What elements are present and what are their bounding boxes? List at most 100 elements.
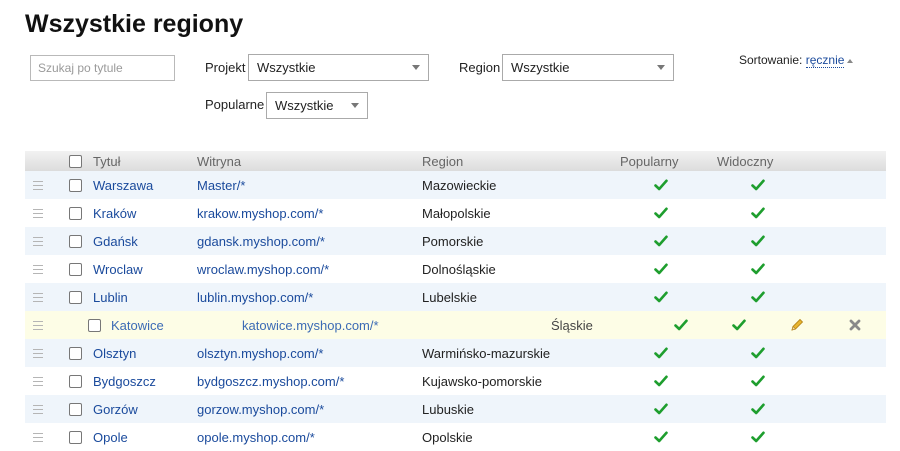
row-title-link[interactable]: Gdańsk [93, 227, 138, 255]
row-title-link[interactable]: Lublin [93, 283, 128, 311]
row-site-link[interactable]: bydgoszcz.myshop.com/* [197, 367, 344, 395]
check-icon [751, 423, 765, 451]
drag-handle-icon[interactable] [33, 208, 43, 218]
check-icon [654, 367, 668, 395]
row-region: Opolskie [422, 429, 473, 445]
row-title-link[interactable]: Warszawa [93, 171, 153, 199]
table-row[interactable]: Lublin lublin.myshop.com/* Lubelskie [25, 283, 886, 311]
row-title-link[interactable]: Katowice [111, 311, 164, 339]
region-select[interactable]: Wszystkie [502, 54, 674, 81]
check-icon [751, 339, 765, 367]
row-checkbox[interactable] [69, 290, 82, 304]
row-checkbox[interactable] [69, 402, 82, 416]
row-site-link[interactable]: gorzow.myshop.com/* [197, 395, 324, 423]
popular-filter-label: Popularne [205, 97, 265, 112]
table-row[interactable]: Katowice katowice.myshop.com/* Śląskie [25, 311, 886, 339]
check-icon [751, 199, 765, 227]
row-region: Warmińsko-mazurskie [422, 345, 551, 361]
check-icon [654, 423, 668, 451]
check-icon [654, 171, 668, 199]
row-title-link[interactable]: Kraków [93, 199, 136, 227]
close-icon[interactable] [849, 311, 861, 339]
project-select-value: Wszystkie [257, 60, 316, 75]
check-icon [751, 283, 765, 311]
row-site-link[interactable]: opole.myshop.com/* [197, 423, 315, 451]
drag-handle-icon[interactable] [33, 348, 43, 358]
table-header: Tytuł Witryna Region Popularny Widoczny [25, 151, 886, 171]
row-checkbox[interactable] [69, 178, 82, 192]
row-region: Lubelskie [422, 289, 477, 305]
row-checkbox[interactable] [69, 262, 82, 276]
row-site-link[interactable]: lublin.myshop.com/* [197, 283, 313, 311]
table-row[interactable]: Opole opole.myshop.com/* Opolskie [25, 423, 886, 451]
row-region: Dolnośląskie [422, 261, 496, 277]
check-icon [751, 255, 765, 283]
select-all-checkbox[interactable] [69, 154, 82, 168]
region-filter-label: Region [459, 60, 501, 75]
drag-handle-icon[interactable] [33, 404, 43, 414]
check-icon [732, 311, 746, 339]
check-icon [654, 283, 668, 311]
sort-label: Sortowanie: [739, 53, 803, 67]
row-site-link[interactable]: krakow.myshop.com/* [197, 199, 323, 227]
drag-handle-icon[interactable] [33, 236, 43, 246]
project-select[interactable]: Wszystkie [248, 54, 429, 81]
popular-select[interactable]: Wszystkie [266, 92, 368, 119]
project-filter-label: Projekt [205, 60, 246, 75]
region-select-value: Wszystkie [511, 60, 570, 75]
table-row[interactable]: Bydgoszcz bydgoszcz.myshop.com/* Kujawsko-… [25, 367, 886, 395]
check-icon [654, 255, 668, 283]
row-region: Lubuskie [422, 401, 475, 417]
row-title-link[interactable]: Gorzów [93, 395, 138, 423]
drag-handle-icon[interactable] [33, 432, 43, 442]
table-row[interactable]: Kraków krakow.myshop.com/* Małopolskie [25, 199, 886, 227]
row-site-link[interactable]: wroclaw.myshop.com/* [197, 255, 329, 283]
column-header-visible[interactable]: Widoczny [717, 151, 773, 171]
row-checkbox[interactable] [88, 318, 101, 332]
page-title: Wszystkie regiony [25, 10, 244, 38]
check-icon [751, 395, 765, 423]
row-site-link[interactable]: olsztyn.myshop.com/* [197, 339, 323, 367]
row-region: Mazowieckie [422, 177, 497, 193]
table-row[interactable]: Gdańsk gdansk.myshop.com/* Pomorskie [25, 227, 886, 255]
row-checkbox[interactable] [69, 374, 82, 388]
regions-table: Tytuł Witryna Region Popularny Widoczny … [25, 151, 886, 451]
column-header-popular[interactable]: Popularny [620, 151, 679, 171]
table-row[interactable]: Gorzów gorzow.myshop.com/* Lubuskie [25, 395, 886, 423]
row-checkbox[interactable] [69, 430, 82, 444]
row-region: Kujawsko-pomorskie [422, 373, 542, 389]
row-checkbox[interactable] [69, 234, 82, 248]
drag-handle-icon[interactable] [33, 376, 43, 386]
row-site-link[interactable]: Master/* [197, 171, 245, 199]
column-header-site[interactable]: Witryna [197, 151, 241, 171]
drag-handle-icon[interactable] [33, 320, 43, 330]
drag-handle-icon[interactable] [33, 180, 43, 190]
table-row[interactable]: Olsztyn olsztyn.myshop.com/* Warmińsko-maz… [25, 339, 886, 367]
column-header-region[interactable]: Region [422, 151, 463, 171]
drag-handle-icon[interactable] [33, 264, 43, 274]
row-title-link[interactable]: Wroclaw [93, 255, 143, 283]
row-site-link[interactable]: katowice.myshop.com/* [242, 311, 379, 339]
chevron-down-icon [412, 65, 420, 70]
row-region: Małopolskie [422, 205, 491, 221]
table-row[interactable]: Wroclaw wroclaw.myshop.com/* Dolnośląskie [25, 255, 886, 283]
row-checkbox[interactable] [69, 346, 82, 360]
row-checkbox[interactable] [69, 206, 82, 220]
sort-mode-link[interactable]: ręcznie [805, 53, 845, 68]
check-icon [751, 227, 765, 255]
row-site-link[interactable]: gdansk.myshop.com/* [197, 227, 325, 255]
check-icon [751, 367, 765, 395]
row-region: Pomorskie [422, 233, 484, 249]
pencil-icon[interactable] [790, 311, 804, 339]
check-icon [654, 199, 668, 227]
drag-handle-icon[interactable] [33, 292, 43, 302]
column-header-title[interactable]: Tytuł [93, 151, 120, 171]
row-title-link[interactable]: Opole [93, 423, 128, 451]
check-icon [674, 311, 688, 339]
chevron-down-icon [351, 103, 359, 108]
table-row[interactable]: Warszawa Master/* Mazowieckie [25, 171, 886, 199]
row-title-link[interactable]: Olsztyn [93, 339, 136, 367]
search-input[interactable] [30, 55, 175, 81]
row-title-link[interactable]: Bydgoszcz [93, 367, 156, 395]
check-icon [751, 171, 765, 199]
